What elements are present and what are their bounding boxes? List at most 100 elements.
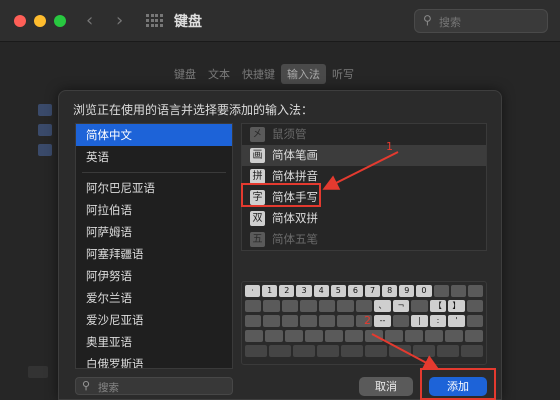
search-icon: ⚲ — [423, 13, 432, 27]
input-method-item[interactable]: 双简体双拼 — [242, 208, 486, 229]
cancel-button[interactable]: 取消 — [359, 377, 413, 396]
keyboard-key — [445, 330, 463, 342]
keyboard-key — [285, 330, 303, 342]
keyboard-key: · — [245, 285, 261, 297]
keyboard-key — [466, 315, 484, 327]
ime-label: 简体五笔 — [272, 232, 318, 246]
close-window-button[interactable] — [14, 15, 26, 27]
window-title: 键盘 — [174, 14, 202, 30]
annotation-label: 2 — [364, 314, 371, 327]
keyboard-key — [365, 345, 387, 357]
ime-badge-icon: 拼 — [250, 169, 265, 184]
keyboard-key — [245, 330, 263, 342]
tab-shortcuts[interactable]: 快捷键 — [236, 64, 281, 84]
keyboard-key: 【 — [429, 300, 447, 312]
ime-label: 简体拼音 — [272, 169, 318, 183]
keyboard-key: | — [411, 315, 428, 327]
keyboard-key — [389, 345, 411, 357]
keyboard-key — [437, 345, 459, 357]
keyboard-key: 9 — [399, 285, 415, 297]
keyboard-key — [413, 345, 435, 357]
language-item[interactable]: 阿塞拜疆语 — [76, 243, 232, 265]
search-placeholder: 搜索 — [98, 382, 119, 394]
tab-dictation[interactable]: 听写 — [326, 64, 360, 84]
tab-text[interactable]: 文本 — [202, 64, 236, 84]
keyboard-key: 4 — [313, 285, 329, 297]
language-list[interactable]: 简体中文 英语 阿尔巴尼亚语 阿拉伯语 阿萨姆语 阿塞拜疆语 阿伊努语 爱尔兰语… — [75, 123, 233, 369]
keyboard-key: 1 — [262, 285, 278, 297]
language-item[interactable]: 简体中文 — [76, 124, 232, 146]
title-bar: ‹ › 键盘 ⚲ 搜索 — [0, 0, 560, 42]
list-divider — [82, 172, 226, 173]
keyboard-key: ¬ — [392, 300, 410, 312]
keyboard-key — [265, 330, 283, 342]
input-method-item[interactable]: 画简体笔画 — [242, 145, 486, 166]
language-item[interactable]: 阿萨姆语 — [76, 221, 232, 243]
keyboard-key — [281, 300, 299, 312]
language-item[interactable]: 白俄罗斯语 — [76, 353, 232, 368]
keyboard-key — [341, 345, 363, 357]
keyboard-row — [245, 345, 483, 357]
keyboard-key: 】 — [448, 300, 465, 312]
keyboard-key — [466, 300, 484, 312]
back-icon[interactable]: ‹ — [86, 10, 93, 31]
keyboard-key — [337, 315, 354, 327]
keyboard-key: 0 — [416, 285, 432, 297]
tab-keyboard[interactable]: 键盘 — [168, 64, 202, 84]
sheet-prompt: 浏览正在使用的语言并选择要添加的输入法： — [73, 103, 314, 117]
background-sidebar — [38, 104, 56, 164]
keyboard-key — [263, 300, 280, 312]
keyboard-key: -- — [374, 315, 391, 327]
forward-icon[interactable]: › — [116, 10, 123, 31]
background-add-remove — [28, 366, 48, 378]
keyboard-key — [269, 345, 291, 357]
keyboard-key — [305, 330, 323, 342]
keyboard-key — [318, 300, 336, 312]
keyboard-key: 、 — [374, 300, 391, 312]
language-item[interactable]: 奥里亚语 — [76, 331, 232, 353]
keyboard-key — [433, 285, 449, 297]
ime-label: 鼠须管 — [272, 127, 307, 141]
language-item[interactable]: 爱沙尼亚语 — [76, 309, 232, 331]
keyboard-key — [467, 285, 483, 297]
language-item[interactable]: 爱尔兰语 — [76, 287, 232, 309]
search-icon: ⚲ — [82, 379, 91, 392]
preferences-search-field[interactable]: ⚲ 搜索 — [414, 9, 548, 33]
language-item[interactable]: 阿尔巴尼亚语 — [76, 177, 232, 199]
keyboard-key — [293, 345, 315, 357]
keyboard-key — [345, 330, 363, 342]
zoom-window-button[interactable] — [54, 15, 66, 27]
show-all-grid-icon[interactable] — [146, 14, 163, 28]
keyboard-key — [365, 330, 383, 342]
language-item[interactable]: 阿拉伯语 — [76, 199, 232, 221]
keyboard-row: 、 ¬ 【】 — [245, 300, 484, 312]
ime-label: 简体笔画 — [272, 148, 318, 162]
keyboard-key — [411, 300, 428, 312]
language-item[interactable]: 英语 — [76, 146, 232, 168]
ime-badge-icon: 㐅 — [250, 127, 265, 142]
input-method-item[interactable]: 㐅鼠须管 — [242, 124, 486, 145]
add-input-source-sheet: 浏览正在使用的语言并选择要添加的输入法： 简体中文 英语 阿尔巴尼亚语 阿拉伯语… — [58, 90, 502, 400]
keyboard-key — [317, 345, 339, 357]
ime-label: 简体双拼 — [272, 211, 318, 225]
keyboard-key — [450, 285, 466, 297]
keyboard-key — [392, 315, 410, 327]
tab-input-sources[interactable]: 输入法 — [281, 64, 326, 84]
annotation-highlight-box — [241, 183, 321, 207]
keyboard-key — [245, 315, 262, 327]
keyboard-key — [385, 330, 403, 342]
language-item[interactable]: 阿伊努语 — [76, 265, 232, 287]
keyboard-key — [318, 315, 336, 327]
keyboard-key — [245, 300, 262, 312]
input-method-item[interactable]: 五简体五笔 — [242, 229, 486, 250]
keyboard-key: ' — [448, 315, 465, 327]
language-search-field[interactable]: ⚲ 搜索 — [75, 377, 233, 395]
keyboard-key — [465, 330, 483, 342]
ime-badge-icon: 双 — [250, 211, 265, 226]
keyboard-key: 2 — [279, 285, 295, 297]
keyboard-key — [300, 300, 317, 312]
keyboard-key — [425, 330, 443, 342]
minimize-window-button[interactable] — [34, 15, 46, 27]
keyboard-key — [300, 315, 317, 327]
keyboard-row — [245, 330, 483, 342]
